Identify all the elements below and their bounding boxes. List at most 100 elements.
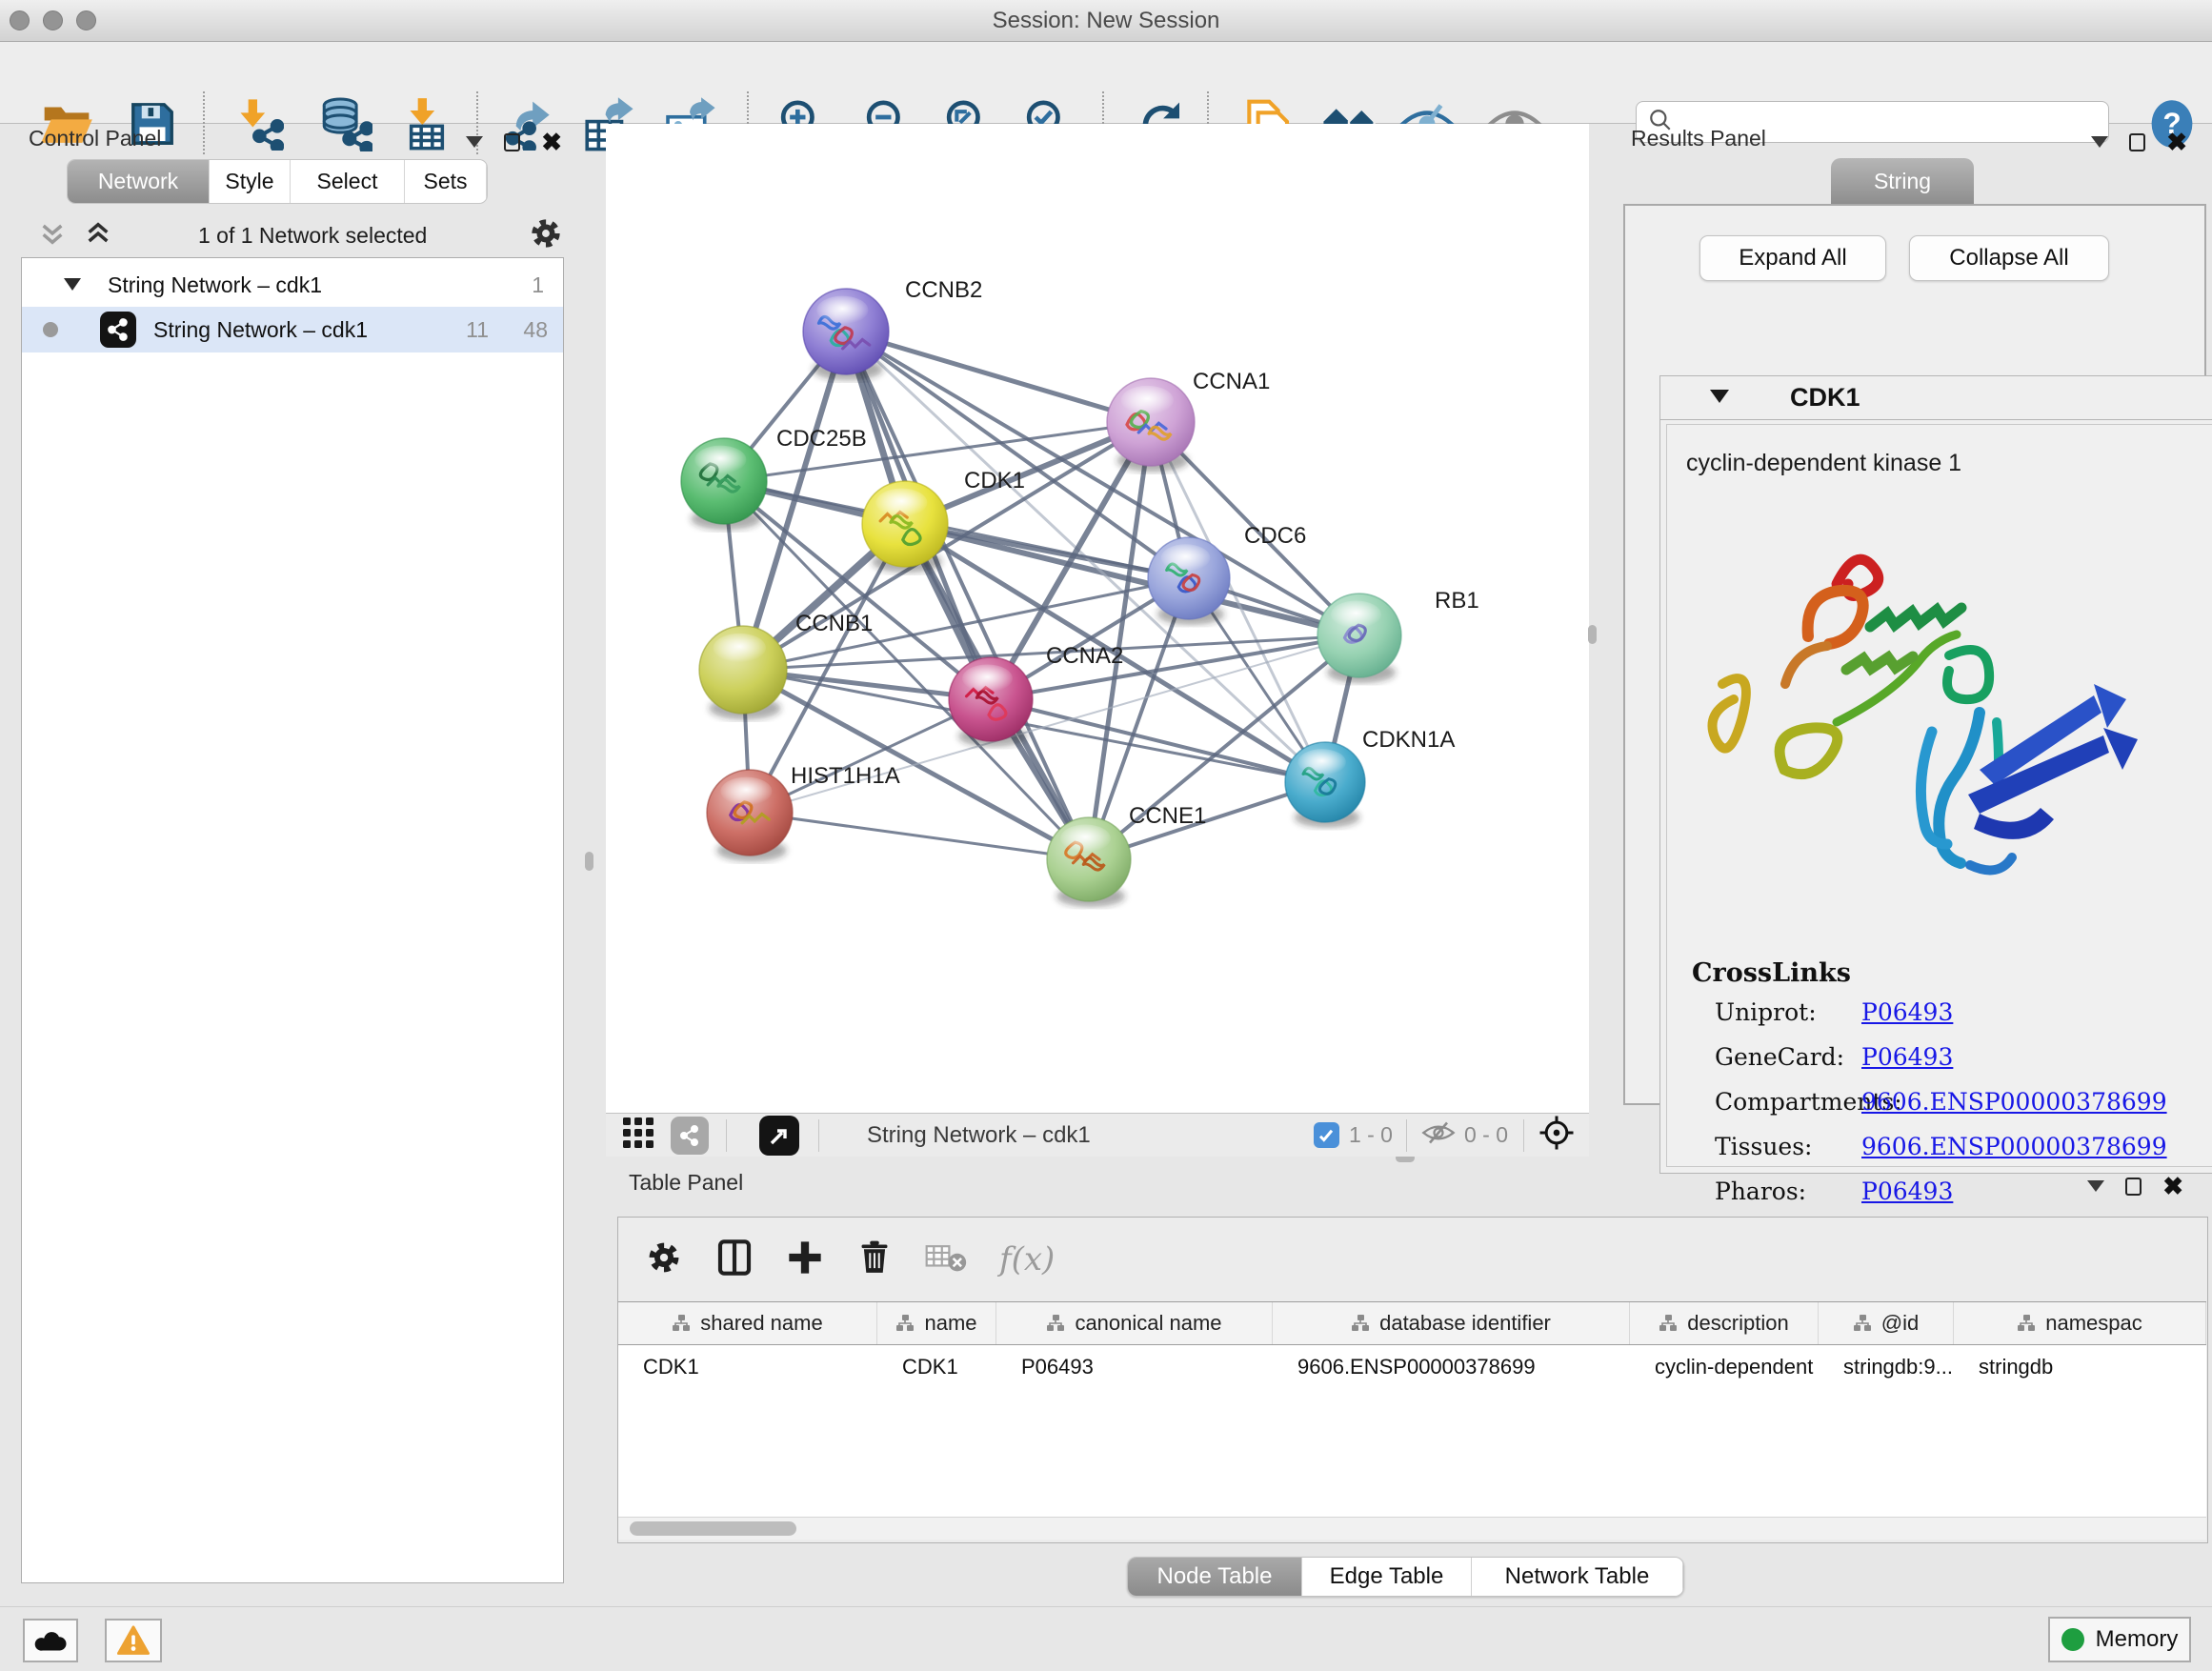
node-label-RB1: RB1 (1435, 588, 1479, 614)
crosslink-row: Tissues:9606.ENSP00000378699 (1715, 1133, 2167, 1160)
edge-HIST1H1A-CCNE1[interactable] (750, 813, 1089, 859)
delete-column-icon[interactable] (856, 1238, 893, 1281)
tab-node-table[interactable]: Node Table (1128, 1558, 1302, 1596)
close-panel-icon[interactable]: ✖ (541, 130, 562, 154)
panel-menu-icon[interactable] (2087, 1180, 2104, 1192)
edge-CCNB2-RB1[interactable] (846, 332, 1359, 635)
network-list: String Network – cdk1 1 String Network –… (21, 257, 564, 1583)
delete-table-icon (925, 1241, 967, 1278)
grid-view-icon[interactable] (621, 1116, 655, 1155)
protein-structure-image (1694, 493, 2142, 894)
collapse-all-networks-icon[interactable] (36, 218, 69, 253)
table-cell[interactable]: 9606.ENSP00000378699 (1273, 1345, 1630, 1389)
birds-eye-view-icon[interactable] (1538, 1114, 1576, 1157)
node-entry-cdk1: CDK1 cyclin-dependent kinase 1 (1659, 375, 2212, 1174)
network-type-icon (100, 312, 136, 348)
zoom-window-button[interactable] (76, 10, 96, 30)
crosslink-label: GeneCard: (1715, 1043, 1861, 1071)
table-options-gear-icon[interactable] (645, 1238, 683, 1281)
selected-indicator-checkbox[interactable] (1314, 1122, 1339, 1148)
edge-CCNB2-CCNA1[interactable] (846, 332, 1151, 422)
entry-title: CDK1 (1790, 383, 1860, 413)
node-label-CDK1: CDK1 (964, 468, 1025, 493)
network-options-gear-icon[interactable] (528, 215, 564, 256)
column-header-shared-name[interactable]: shared name (618, 1302, 877, 1344)
tab-select[interactable]: Select (291, 160, 405, 203)
tab-edge-table[interactable]: Edge Table (1302, 1558, 1472, 1596)
float-panel-icon[interactable] (2129, 133, 2145, 151)
table-cell[interactable]: cyclin-dependent ... (1630, 1345, 1819, 1389)
memory-label: Memory (2096, 1626, 2179, 1653)
collection-count: 1 (532, 272, 544, 298)
right-splitter-handle[interactable] (1588, 625, 1597, 644)
entry-body: cyclin-dependent kinase 1 (1666, 424, 2212, 1167)
table-header-row: shared namenamecanonical namedatabase id… (618, 1301, 2206, 1345)
panel-menu-icon[interactable] (466, 136, 483, 148)
cloud-icon (33, 1627, 68, 1654)
crosslink-link[interactable]: P06493 (1861, 998, 1953, 1026)
collapse-all-button[interactable]: Collapse All (1909, 235, 2109, 281)
column-header-name[interactable]: name (877, 1302, 996, 1344)
column-header-canonical-name[interactable]: canonical name (996, 1302, 1273, 1344)
float-panel-icon[interactable] (2125, 1178, 2142, 1196)
title-bar: Session: New Session (0, 0, 2212, 42)
tab-string[interactable]: String (1831, 158, 1974, 204)
function-builder-icon[interactable]: f(x) (999, 1240, 1055, 1278)
network-view-toolbar: String Network – cdk1 1 - 0 0 - 0 (606, 1113, 1589, 1157)
expand-all-button[interactable]: Expand All (1699, 235, 1886, 281)
show-columns-icon[interactable] (715, 1238, 754, 1281)
entry-collapse-icon[interactable] (1708, 387, 1731, 410)
crosslinks-title: CrossLinks (1692, 958, 1851, 988)
crosslink-link[interactable]: P06493 (1861, 1043, 1953, 1071)
close-window-button[interactable] (10, 10, 30, 30)
table-cell[interactable]: P06493 (996, 1345, 1273, 1389)
crosslink-link[interactable]: 9606.ENSP00000378699 (1861, 1133, 2167, 1160)
network-graph[interactable]: CCNB2CCNA1CDC25BCDK1CDC6RB1CCNB1CCNA2CDK… (606, 124, 1589, 1113)
cloud-status-button[interactable] (23, 1619, 78, 1662)
network-view-icon[interactable] (671, 1117, 709, 1155)
network-edge-count: 48 (523, 317, 548, 343)
column-header-database-identifier[interactable]: database identifier (1273, 1302, 1630, 1344)
close-panel-icon[interactable]: ✖ (2162, 1174, 2183, 1198)
table-row[interactable]: CDK1CDK1P064939606.ENSP00000378699cyclin… (618, 1345, 2206, 1389)
collection-expand-icon[interactable] (62, 272, 83, 298)
column-header-@id[interactable]: @id (1819, 1302, 1954, 1344)
hidden-eye-icon (1420, 1118, 1457, 1152)
table-cell[interactable]: stringdb:9... (1819, 1345, 1954, 1389)
network-status-dot (43, 322, 58, 337)
column-header-description[interactable]: description (1630, 1302, 1819, 1344)
detach-view-icon[interactable] (759, 1116, 799, 1156)
warning-status-button[interactable] (105, 1619, 162, 1662)
network-row[interactable]: String Network – cdk1 11 48 (22, 307, 563, 352)
table-cell[interactable]: CDK1 (618, 1345, 877, 1389)
network-canvas[interactable]: CCNB2CCNA1CDC25BCDK1CDC6RB1CCNB1CCNA2CDK… (606, 124, 1589, 1113)
warning-icon (117, 1625, 150, 1656)
tab-network[interactable]: Network (68, 160, 210, 203)
table-cell[interactable]: stringdb (1954, 1345, 2206, 1389)
minimize-window-button[interactable] (43, 10, 63, 30)
close-panel-icon[interactable]: ✖ (2166, 130, 2187, 154)
network-node-count: 11 (466, 317, 489, 343)
left-splitter-handle[interactable] (585, 852, 593, 871)
scrollbar-thumb[interactable] (630, 1521, 796, 1536)
float-panel-icon[interactable] (504, 133, 520, 151)
expand-all-networks-icon[interactable] (82, 218, 114, 253)
column-header-namespac[interactable]: namespac (1954, 1302, 2206, 1344)
memory-button[interactable]: Memory (2048, 1617, 2191, 1662)
tab-style[interactable]: Style (210, 160, 291, 203)
string-results-box: Expand All Collapse All CDK1 cyclin-depe… (1623, 204, 2206, 1105)
crosslink-label: Tissues: (1715, 1133, 1861, 1160)
table-horizontal-scrollbar[interactable] (618, 1517, 2206, 1540)
node-label-CDC6: CDC6 (1244, 523, 1306, 549)
add-column-icon[interactable] (786, 1238, 824, 1281)
node-label-CDC25B: CDC25B (776, 426, 867, 452)
network-selection-status: 1 of 1 Network selected (198, 223, 427, 249)
panel-menu-icon[interactable] (2091, 136, 2108, 148)
tab-sets[interactable]: Sets (405, 160, 487, 203)
table-cell[interactable]: CDK1 (877, 1345, 996, 1389)
network-collection-row[interactable]: String Network – cdk1 1 (22, 263, 563, 307)
crosslink-link[interactable]: 9606.ENSP00000378699 (1861, 1088, 2167, 1116)
tab-network-table[interactable]: Network Table (1472, 1558, 1683, 1596)
window-title: Session: New Session (993, 8, 1220, 34)
node-label-CCNA2: CCNA2 (1046, 643, 1123, 669)
